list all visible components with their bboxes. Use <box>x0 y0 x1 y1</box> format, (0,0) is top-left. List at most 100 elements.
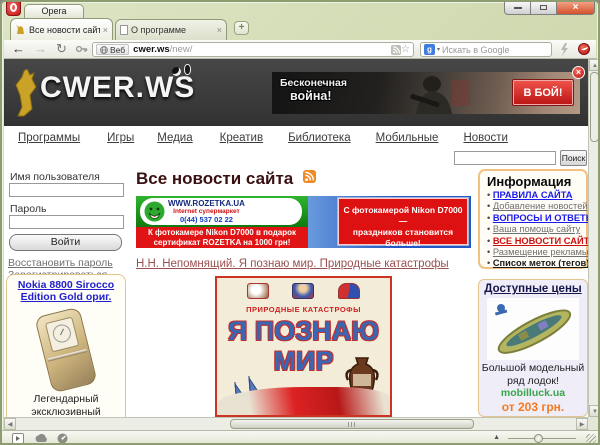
scroll-right-icon[interactable]: ▶ <box>576 418 588 430</box>
url-text: cwer.ws/new/ <box>133 44 192 55</box>
opera-turbo-icon[interactable] <box>57 433 68 444</box>
site-search-input[interactable] <box>454 151 556 165</box>
scrollbar-corner <box>588 417 600 430</box>
faq-link[interactable]: ВОПРОСЫ И ОТВЕТЫ <box>493 213 588 223</box>
site-search-button[interactable]: Поиск <box>560 150 587 166</box>
tab-close-icon[interactable]: × <box>103 25 108 35</box>
page-icon <box>120 25 128 35</box>
google-icon: g <box>424 44 435 55</box>
back-button[interactable]: ← <box>12 41 25 56</box>
boat-ad[interactable]: Доступные цены Большой модельный ряд лод… <box>478 279 588 417</box>
rozetka-right-line1: С фотокамерой Nikon D7000 — <box>339 205 467 227</box>
nokia-ad[interactable]: Nokia 8800 Sirocco Edition Gold ориг. Ле… <box>6 274 126 417</box>
vertical-scrollbar[interactable]: ▲ ▼ <box>588 59 600 417</box>
tab-close-icon[interactable]: × <box>217 25 222 35</box>
vertical-scroll-thumb[interactable] <box>590 72 599 142</box>
nokia-ad-text: Легендарный эксклюзивный телефон. Распро… <box>7 393 125 417</box>
nav-media[interactable]: Медиа <box>157 132 192 144</box>
boat-ad-title[interactable]: Доступные цены <box>479 283 587 295</box>
login-button[interactable]: Войти <box>9 234 122 251</box>
scroll-left-icon[interactable]: ◀ <box>4 418 16 430</box>
rss-feed-icon[interactable] <box>391 45 401 55</box>
search-placeholder: Искать в Google <box>442 45 510 55</box>
resize-grip[interactable] <box>586 434 596 444</box>
rozetka-smiley-icon <box>144 201 165 222</box>
tab-about[interactable]: О программе × <box>115 19 227 40</box>
bookmark-star-icon[interactable]: ☆ <box>401 45 410 55</box>
info-box: Информация ПРАВИЛА САЙТА Добавление ново… <box>478 169 588 269</box>
banner-close-icon[interactable]: × <box>572 66 585 79</box>
book-cover-image[interactable]: ПРИРОДНЫЕ КАТАСТРОФЫ Я ПОЗНАЮ МИР <box>215 276 392 417</box>
new-tab-button[interactable]: + <box>234 21 249 35</box>
boat-site-link[interactable]: mobilluck.ua <box>479 387 587 400</box>
wand-key-icon[interactable] <box>76 44 88 54</box>
horizontal-scrollbar[interactable]: ◀ ▶ <box>4 417 588 430</box>
address-field[interactable]: Веб cwer.ws/new/ ☆ <box>92 42 414 57</box>
book-cover-icons <box>217 283 390 299</box>
restore-password-link[interactable]: Восстановить пароль <box>8 257 113 269</box>
search-field[interactable]: g ▾ Искать в Google <box>420 42 552 57</box>
scroll-up-icon[interactable]: ▲ <box>589 59 600 71</box>
advertising-link[interactable]: Размещение рекламы <box>493 247 588 257</box>
opera-logo-icon <box>6 2 21 16</box>
window-controls: × <box>504 2 595 15</box>
horizontal-scroll-thumb[interactable] <box>230 419 474 429</box>
globe-icon <box>100 46 108 54</box>
nav-programs[interactable]: Программы <box>18 132 80 144</box>
minimize-button[interactable] <box>504 2 531 15</box>
zoom-slider-thumb[interactable] <box>534 434 543 443</box>
tab-title: О программе <box>131 25 214 35</box>
cartoon-decor-icon <box>172 67 181 76</box>
book-bottom-art <box>217 387 390 417</box>
rozetka-right-line2: праздников становится <box>339 227 467 238</box>
username-field[interactable] <box>9 183 124 197</box>
status-bar: ▲ <box>2 430 598 445</box>
add-news-link[interactable]: Добавление новостей <box>493 201 588 211</box>
password-label: Пароль <box>10 203 46 215</box>
tags-link[interactable]: Список меток (тегов) <box>493 258 588 268</box>
tab-news[interactable]: Все новости сайта | C... × <box>10 18 113 40</box>
security-badge[interactable]: Веб <box>96 44 129 55</box>
all-news-link[interactable]: ВСЕ НОВОСТИ САЙТА <box>493 236 588 246</box>
nav-games[interactable]: Игры <box>107 132 134 144</box>
nav-news[interactable]: Новости <box>463 132 508 144</box>
rules-link[interactable]: ПРАВИЛА САЙТА <box>493 190 573 200</box>
panels-toggle-icon[interactable] <box>12 433 24 444</box>
password-field[interactable] <box>9 215 124 229</box>
reload-button[interactable]: ↻ <box>56 41 67 57</box>
banner-line2: война! <box>290 89 347 103</box>
maximize-button[interactable] <box>531 2 556 15</box>
nokia-text-line2: эксклюзивный <box>7 406 125 418</box>
turbo-bolt-icon[interactable] <box>560 43 569 56</box>
site-logo[interactable]: CWER.WS <box>40 71 195 105</box>
info-item: Список меток (тегов) <box>487 258 586 269</box>
nav-creative[interactable]: Креатив <box>220 132 263 144</box>
rozetka-url: WWW.ROZETKA.UA <box>168 200 245 208</box>
url-domain: cwer.ws <box>133 44 169 55</box>
scroll-down-icon[interactable]: ▼ <box>589 405 600 417</box>
search-engine-caret-icon[interactable]: ▾ <box>437 46 440 53</box>
nokia-title-line1: Nokia 8800 Sirocco <box>7 279 125 291</box>
banner-cta-button[interactable]: В БОЙ! <box>512 79 574 106</box>
nav-library[interactable]: Библиотека <box>288 132 351 144</box>
nav-mobile[interactable]: Мобильные <box>376 132 439 144</box>
nokia-ad-title[interactable]: Nokia 8800 Sirocco Edition Gold ориг. <box>7 279 125 303</box>
boat-image <box>487 298 579 360</box>
book-title-line1: Я ПОЗНАЮ <box>217 316 390 347</box>
article-title-link[interactable]: Н.Н. Непомнящий. Я познаю мир. Природные… <box>136 258 449 270</box>
page-title-text: Все новости сайта <box>136 169 293 188</box>
rss-icon[interactable] <box>303 170 316 183</box>
forward-button[interactable]: → <box>34 41 47 56</box>
rozetka-ad-banner[interactable]: WWW.ROZETKA.UA Internet супермаркет 0(44… <box>136 196 471 248</box>
extension-icon[interactable] <box>578 43 590 55</box>
help-site-link[interactable]: Ваша помощь сайту <box>493 224 580 234</box>
url-path: /new/ <box>170 44 193 55</box>
info-item: Ваша помощь сайту <box>487 224 586 235</box>
zoom-menu-icon[interactable]: ▲ <box>493 434 500 441</box>
header-ad-banner[interactable]: Бесконечная война! В БОЙ! × <box>272 72 580 114</box>
zoom-slider[interactable] <box>508 438 576 439</box>
opera-unite-cloud-icon[interactable] <box>34 433 48 443</box>
opera-menu-button[interactable]: Opera <box>24 4 84 18</box>
web-page: CWER.WS Бесконечная война! В БОЙ! × <box>4 59 588 417</box>
close-button[interactable]: × <box>556 2 595 15</box>
